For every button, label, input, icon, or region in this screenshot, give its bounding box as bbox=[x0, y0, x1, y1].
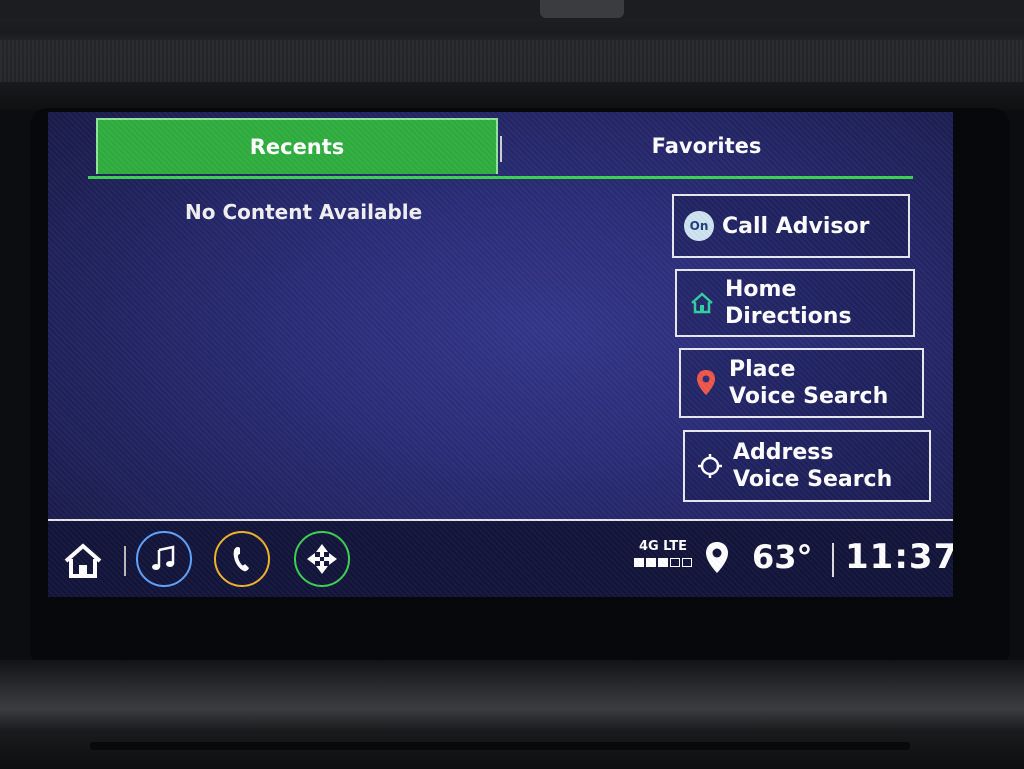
clock: 11:37 bbox=[845, 537, 953, 577]
tab-favorites[interactable]: Favorites bbox=[504, 118, 909, 174]
location-pin-icon bbox=[704, 541, 730, 579]
vent-divider bbox=[540, 0, 624, 18]
place-voice-search-button[interactable]: Place Voice Search bbox=[679, 348, 924, 418]
home-icon bbox=[64, 543, 102, 578]
cellular-signal: 4G LTE bbox=[628, 539, 698, 567]
home-directions-button[interactable]: Home Directions bbox=[675, 269, 915, 337]
tab-recents[interactable]: Recents bbox=[96, 118, 498, 174]
music-note-icon bbox=[152, 545, 175, 570]
call-advisor-button[interactable]: On Call Advisor bbox=[672, 194, 910, 258]
dashboard-top-trim bbox=[0, 0, 1024, 110]
empty-state-message: No Content Available bbox=[185, 200, 423, 224]
location-pin-icon bbox=[691, 368, 721, 398]
bottom-bar: 4G LTE 63° 11:37 bbox=[48, 521, 953, 597]
nav-arrows-icon bbox=[307, 544, 337, 574]
air-vent bbox=[0, 0, 1024, 18]
trim-slot bbox=[90, 742, 910, 750]
bar-divider bbox=[832, 543, 834, 577]
onstar-icon: On bbox=[684, 211, 714, 241]
address-voice-search-line2: Voice Search bbox=[733, 467, 893, 492]
address-voice-search-button[interactable]: Address Voice Search bbox=[683, 430, 931, 502]
dash-texture bbox=[0, 40, 1024, 82]
temperature-readout: 63° bbox=[752, 538, 813, 576]
signal-bars bbox=[628, 558, 698, 567]
phone-icon bbox=[233, 547, 249, 572]
address-voice-search-line1: Address bbox=[733, 440, 834, 465]
bar-divider bbox=[124, 546, 126, 576]
home-directions-line2: Directions bbox=[725, 304, 852, 329]
infotainment-screen: Recents Favorites No Content Available O… bbox=[48, 112, 953, 597]
tab-bar: Recents Favorites bbox=[88, 118, 913, 178]
home-button[interactable] bbox=[62, 541, 104, 581]
crosshair-icon bbox=[695, 451, 725, 481]
home-icon bbox=[687, 288, 717, 318]
phone-app-button[interactable] bbox=[214, 531, 270, 587]
tab-underline bbox=[88, 176, 913, 179]
audio-app-button[interactable] bbox=[136, 531, 192, 587]
tab-divider bbox=[500, 136, 502, 162]
place-voice-search-line1: Place bbox=[729, 357, 796, 382]
place-voice-search-line2: Voice Search bbox=[729, 384, 889, 409]
home-directions-line1: Home bbox=[725, 277, 797, 302]
navigation-app-button[interactable] bbox=[294, 531, 350, 587]
call-advisor-label: Call Advisor bbox=[722, 213, 870, 239]
network-type: 4G LTE bbox=[638, 539, 688, 554]
dashboard-bottom-trim bbox=[0, 660, 1024, 769]
